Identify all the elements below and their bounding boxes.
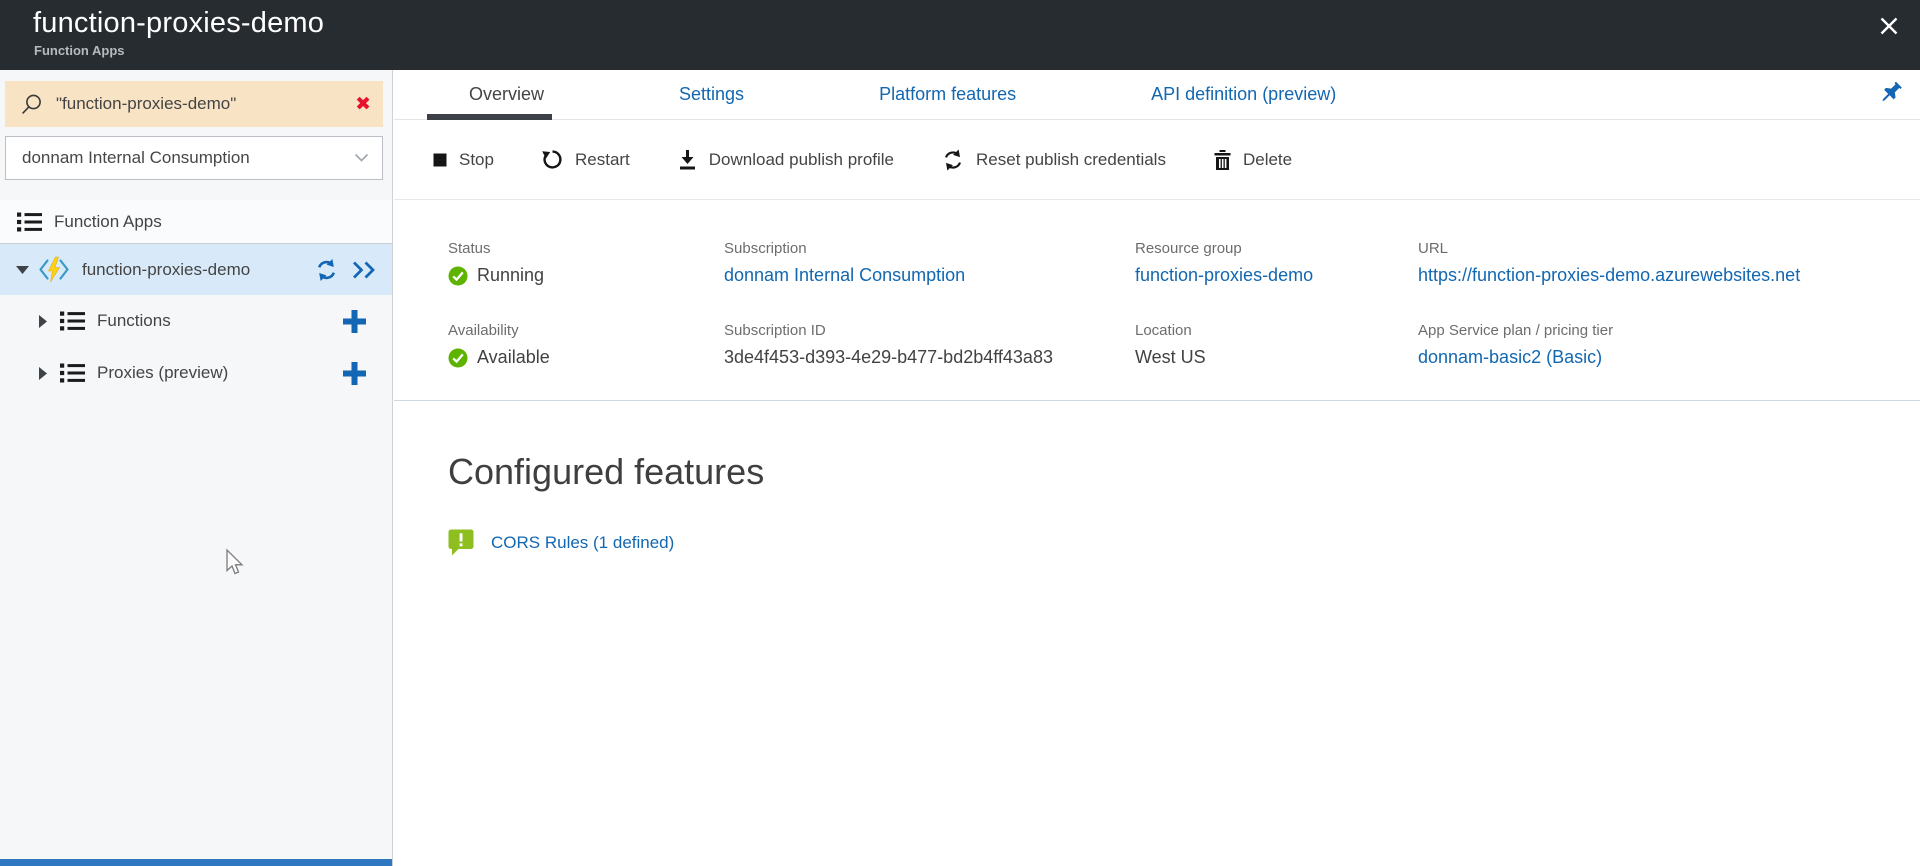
tree-item-proxies[interactable]: Proxies (preview) <box>0 347 392 399</box>
url-link[interactable]: https://function-proxies-demo.azurewebsi… <box>1418 265 1920 286</box>
caret-right-icon[interactable] <box>38 367 47 380</box>
tree-item-label: Functions <box>97 311 171 331</box>
caret-right-icon[interactable] <box>38 315 47 328</box>
list-icon <box>60 363 85 383</box>
search-icon <box>20 93 43 116</box>
tree-item-app-selected[interactable]: function-proxies-demo <box>0 244 392 295</box>
resource-group-link[interactable]: function-proxies-demo <box>1135 265 1418 286</box>
add-function-icon[interactable] <box>343 310 366 333</box>
tree-item-label: Function Apps <box>54 212 162 232</box>
location-value: West US <box>1135 347 1418 368</box>
list-icon <box>60 311 85 331</box>
tab-bar: Overview Settings Platform features API … <box>394 70 1920 120</box>
essentials-panel: Status Running Subscription donnam Inter… <box>394 200 1920 368</box>
status-ok-icon <box>448 266 468 286</box>
availability-value: Available <box>477 347 550 368</box>
tree-item-label: Proxies (preview) <box>97 363 228 383</box>
cors-rules-link[interactable]: CORS Rules (1 defined) <box>491 533 674 553</box>
field-location: Location West US <box>1135 322 1418 368</box>
tab-api-definition[interactable]: API definition (preview) <box>1151 70 1336 119</box>
page-subtitle: Function Apps <box>34 43 125 58</box>
field-resource-group: Resource group function-proxies-demo <box>1135 240 1418 286</box>
reset-publish-credentials-button[interactable]: Reset publish credentials <box>942 149 1166 171</box>
subscription-id-value: 3de4f453-d393-4e29-b477-bd2b4ff43a83 <box>724 347 1135 368</box>
restart-button[interactable]: Restart <box>542 149 630 170</box>
configured-features-title: Configured features <box>448 451 1920 493</box>
add-proxy-icon[interactable] <box>343 362 366 385</box>
download-icon <box>678 150 697 170</box>
function-apps-tree: Function Apps function-proxies-demo <box>0 200 392 399</box>
restart-icon <box>542 149 563 170</box>
cors-warning-icon <box>448 529 474 556</box>
sidebar-bottom-accent-bar <box>0 859 392 866</box>
field-url: URL https://function-proxies-demo.azurew… <box>1418 240 1920 286</box>
subscription-link[interactable]: donnam Internal Consumption <box>724 265 1135 286</box>
delete-icon <box>1214 150 1231 170</box>
tab-overview[interactable]: Overview <box>469 70 544 119</box>
caret-down-icon[interactable] <box>16 265 29 274</box>
search-box: ✖ <box>5 81 383 127</box>
subscription-dropdown-value: donnam Internal Consumption <box>22 148 250 168</box>
field-subscription-id: Subscription ID 3de4f453-d393-4e29-b477-… <box>724 322 1135 368</box>
sidebar: ✖ donnam Internal Consumption Function A… <box>0 70 393 866</box>
stop-icon <box>433 153 447 167</box>
configured-features-section: Configured features CORS Rules (1 define… <box>394 401 1920 556</box>
blade-header: function-proxies-demo Function Apps <box>0 0 1920 70</box>
subscription-dropdown[interactable]: donnam Internal Consumption <box>5 136 383 180</box>
tree-item-label: function-proxies-demo <box>82 260 250 280</box>
clear-search-icon[interactable]: ✖ <box>355 95 371 114</box>
function-app-icon <box>38 256 70 283</box>
field-availability: Availability Available <box>448 322 724 368</box>
tree-item-function-apps[interactable]: Function Apps <box>0 200 392 244</box>
pin-icon[interactable] <box>1879 82 1904 107</box>
stop-button[interactable]: Stop <box>433 150 494 170</box>
mouse-cursor-icon <box>222 548 247 577</box>
overview-blade: Overview Settings Platform features API … <box>394 70 1920 866</box>
close-icon[interactable] <box>1870 7 1908 45</box>
status-value: Running <box>477 265 544 286</box>
field-status: Status Running <box>448 240 724 286</box>
app-service-plan-link[interactable]: donnam-basic2 (Basic) <box>1418 347 1920 368</box>
availability-ok-icon <box>448 348 468 368</box>
list-icon <box>17 212 42 232</box>
cors-rules-item: CORS Rules (1 defined) <box>448 529 1920 556</box>
chevron-down-icon <box>354 153 369 163</box>
search-input[interactable] <box>56 94 355 114</box>
field-app-service-plan: App Service plan / pricing tier donnam-b… <box>1418 322 1920 368</box>
refresh-icon[interactable] <box>315 259 338 281</box>
reset-credentials-icon <box>942 149 964 171</box>
tab-settings[interactable]: Settings <box>679 70 744 119</box>
tab-platform-features[interactable]: Platform features <box>879 70 1016 119</box>
download-publish-profile-button[interactable]: Download publish profile <box>678 150 894 170</box>
field-subscription: Subscription donnam Internal Consumption <box>724 240 1135 286</box>
tree-item-functions[interactable]: Functions <box>0 295 392 347</box>
delete-button[interactable]: Delete <box>1214 150 1292 170</box>
command-bar: Stop Restart Download publish profile <box>394 120 1920 200</box>
page-title: function-proxies-demo <box>33 7 324 40</box>
double-chevron-right-icon[interactable] <box>352 261 378 279</box>
